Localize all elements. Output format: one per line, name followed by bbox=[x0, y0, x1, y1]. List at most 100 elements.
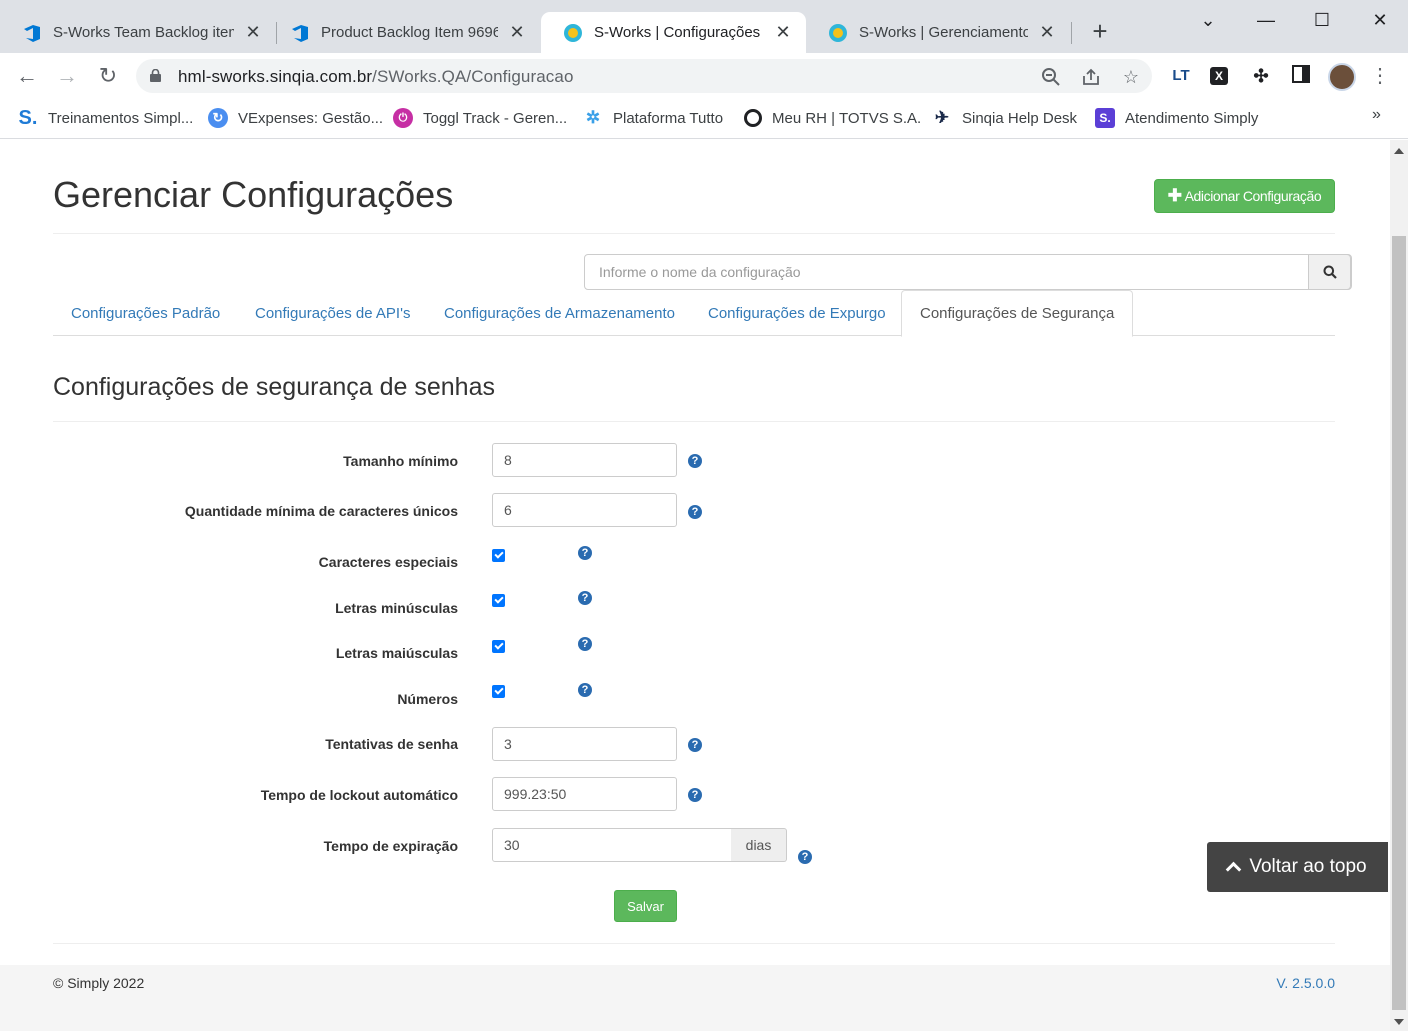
close-icon[interactable]: ✕ bbox=[244, 22, 262, 43]
help-icon[interactable]: ? bbox=[688, 505, 702, 519]
window-close-button[interactable]: ✕ bbox=[1352, 8, 1408, 34]
numbers-label: Números bbox=[397, 691, 458, 707]
scroll-down-arrow-icon[interactable] bbox=[1394, 1019, 1404, 1025]
help-icon[interactable]: ? bbox=[578, 591, 592, 605]
tab-configuracoes-padrao[interactable]: Configurações Padrão bbox=[53, 290, 238, 336]
totvs-icon bbox=[744, 109, 762, 127]
more-menu-icon[interactable]: ⋮ bbox=[1370, 63, 1390, 89]
browser-tab-configuracoes[interactable]: S-Works | Configurações ✕ bbox=[541, 12, 806, 53]
share-icon[interactable] bbox=[1080, 66, 1102, 88]
simply-logo-icon: S. bbox=[1095, 108, 1115, 128]
scrollbar-thumb[interactable] bbox=[1392, 236, 1406, 1010]
chevron-down-icon[interactable]: ⌄ bbox=[1180, 8, 1236, 34]
page-content: Gerenciar Configurações ✚ Adicionar Conf… bbox=[0, 140, 1390, 1031]
scroll-up-arrow-icon[interactable] bbox=[1394, 148, 1404, 154]
lowercase-checkbox[interactable] bbox=[492, 594, 505, 607]
url-path: /SWorks.QA/Configuracao bbox=[372, 67, 574, 86]
bookmark-label: Treinamentos Simpl... bbox=[48, 109, 194, 127]
help-icon[interactable]: ? bbox=[578, 546, 592, 560]
add-configuration-button[interactable]: ✚ Adicionar Configuração bbox=[1154, 179, 1335, 213]
expiration-unit-addon: dias bbox=[731, 828, 787, 862]
excel-extension-icon[interactable]: X bbox=[1210, 67, 1228, 85]
page-scrollbar[interactable] bbox=[1390, 140, 1408, 1031]
min-length-input[interactable] bbox=[492, 443, 677, 477]
address-bar[interactable]: hml-sworks.sinqia.com.br/SWorks.QA/Confi… bbox=[136, 59, 1152, 93]
min-length-label: Tamanho mínimo bbox=[343, 453, 458, 469]
lock-icon bbox=[150, 69, 161, 82]
configuration-tabs: Configurações Padrão Configurações de AP… bbox=[53, 290, 1335, 337]
new-tab-button[interactable]: + bbox=[1088, 18, 1112, 46]
bookmark-label: Meu RH | TOTVS S.A. bbox=[772, 109, 922, 127]
reload-icon[interactable]: ↻ bbox=[93, 61, 123, 91]
divider bbox=[53, 233, 1335, 234]
search-button[interactable] bbox=[1308, 254, 1351, 290]
close-icon[interactable]: ✕ bbox=[1038, 22, 1056, 43]
bookmark-atendimento[interactable]: S. Atendimento Simply bbox=[1095, 107, 1258, 129]
browser-toolbar: ← → ↻ hml-sworks.sinqia.com.br/SWorks.QA… bbox=[0, 53, 1408, 99]
url-text: hml-sworks.sinqia.com.br/SWorks.QA/Confi… bbox=[178, 67, 574, 87]
uppercase-label: Letras maiúsculas bbox=[335, 645, 458, 661]
help-icon[interactable]: ? bbox=[578, 637, 592, 651]
close-icon[interactable]: ✕ bbox=[774, 22, 792, 43]
bookmark-help-desk[interactable]: ✈ Sinqia Help Desk bbox=[932, 107, 1077, 129]
expiration-input[interactable] bbox=[492, 828, 732, 862]
bookmark-meu-rh[interactable]: Meu RH | TOTVS S.A. bbox=[744, 107, 921, 129]
tab-configuracoes-expurgo[interactable]: Configurações de Expurgo bbox=[690, 290, 904, 336]
forward-arrow-icon[interactable]: → bbox=[52, 61, 82, 91]
avatar[interactable] bbox=[1328, 63, 1356, 91]
footer-copyright: © Simply 2022 bbox=[53, 975, 145, 991]
uppercase-checkbox[interactable] bbox=[492, 640, 505, 653]
url-host: hml-sworks.sinqia.com.br bbox=[178, 67, 373, 86]
special-chars-label: Caracteres especiais bbox=[318, 554, 458, 570]
chevron-up-icon bbox=[1226, 861, 1242, 878]
help-icon[interactable]: ? bbox=[688, 738, 702, 752]
back-arrow-icon[interactable]: ← bbox=[12, 61, 42, 91]
back-to-top-label: Voltar ao topo bbox=[1249, 856, 1367, 877]
footer: © Simply 2022 V. 2.5.0.0 bbox=[0, 965, 1390, 1031]
bookmark-label: Plataforma Tutto bbox=[613, 109, 724, 127]
plus-icon: ✚ bbox=[1167, 186, 1182, 205]
maximize-button[interactable]: ☐ bbox=[1294, 8, 1350, 34]
close-icon[interactable]: ✕ bbox=[508, 22, 526, 43]
browser-tab-gerenciamento[interactable]: S-Works | Gerenciamento de ✕ bbox=[806, 12, 1070, 53]
tab-configuracoes-api[interactable]: Configurações de API's bbox=[237, 290, 428, 336]
search-input[interactable] bbox=[585, 255, 1309, 289]
zoom-icon[interactable] bbox=[1040, 66, 1062, 88]
numbers-checkbox[interactable] bbox=[492, 685, 505, 698]
browser-tab-product-backlog[interactable]: Product Backlog Item 96960 ✕ bbox=[268, 12, 540, 53]
bookmark-tutto[interactable]: ✲ Plataforma Tutto bbox=[583, 107, 723, 129]
footer-version: V. 2.5.0.0 bbox=[1276, 975, 1335, 991]
help-icon[interactable]: ? bbox=[688, 788, 702, 802]
min-unique-input[interactable] bbox=[492, 493, 677, 527]
browser-tabstrip: S-Works Team Backlog items ✕ Product Bac… bbox=[0, 0, 1408, 53]
tab-configuracoes-armazenamento[interactable]: Configurações de Armazenamento bbox=[426, 290, 693, 336]
puzzle-icon[interactable]: ✣ bbox=[1250, 65, 1272, 87]
search-box bbox=[584, 254, 1352, 290]
help-icon[interactable]: ? bbox=[798, 850, 812, 864]
chevron-double-right-icon[interactable]: » bbox=[1372, 106, 1381, 124]
back-to-top-button[interactable]: Voltar ao topo bbox=[1207, 842, 1388, 892]
bookmark-treinamentos[interactable]: S. Treinamentos Simpl... bbox=[18, 107, 194, 129]
page-title: Gerenciar Configurações bbox=[53, 174, 454, 215]
tab-separator bbox=[1071, 22, 1072, 44]
minimize-button[interactable]: — bbox=[1238, 8, 1294, 34]
save-button[interactable]: Salvar bbox=[614, 890, 677, 922]
section-title: Configurações de segurança de senhas bbox=[53, 373, 495, 401]
side-panel-icon[interactable] bbox=[1290, 65, 1312, 87]
help-icon[interactable]: ? bbox=[578, 683, 592, 697]
expiration-label: Tempo de expiração bbox=[323, 838, 458, 854]
help-icon[interactable]: ? bbox=[688, 454, 702, 468]
divider bbox=[53, 421, 1335, 422]
attempts-input[interactable] bbox=[492, 727, 677, 761]
lockout-label: Tempo de lockout automático bbox=[260, 787, 458, 803]
languagetool-extension-icon[interactable]: LT bbox=[1170, 65, 1192, 87]
bookmark-star-icon[interactable]: ☆ bbox=[1120, 66, 1142, 88]
bookmark-toggl[interactable]: ⏻ Toggl Track - Geren... bbox=[393, 107, 567, 129]
special-chars-checkbox[interactable] bbox=[492, 549, 505, 562]
browser-tab-sworks-backlog[interactable]: S-Works Team Backlog items ✕ bbox=[0, 12, 276, 53]
bookmark-vexpenses[interactable]: ↻ VExpenses: Gestão... bbox=[208, 107, 383, 129]
tutto-icon: ✲ bbox=[585, 108, 601, 127]
tab-configuracoes-seguranca[interactable]: Configurações de Segurança bbox=[901, 290, 1134, 337]
lockout-input[interactable] bbox=[492, 777, 677, 811]
bookmark-label: VExpenses: Gestão... bbox=[238, 109, 384, 127]
